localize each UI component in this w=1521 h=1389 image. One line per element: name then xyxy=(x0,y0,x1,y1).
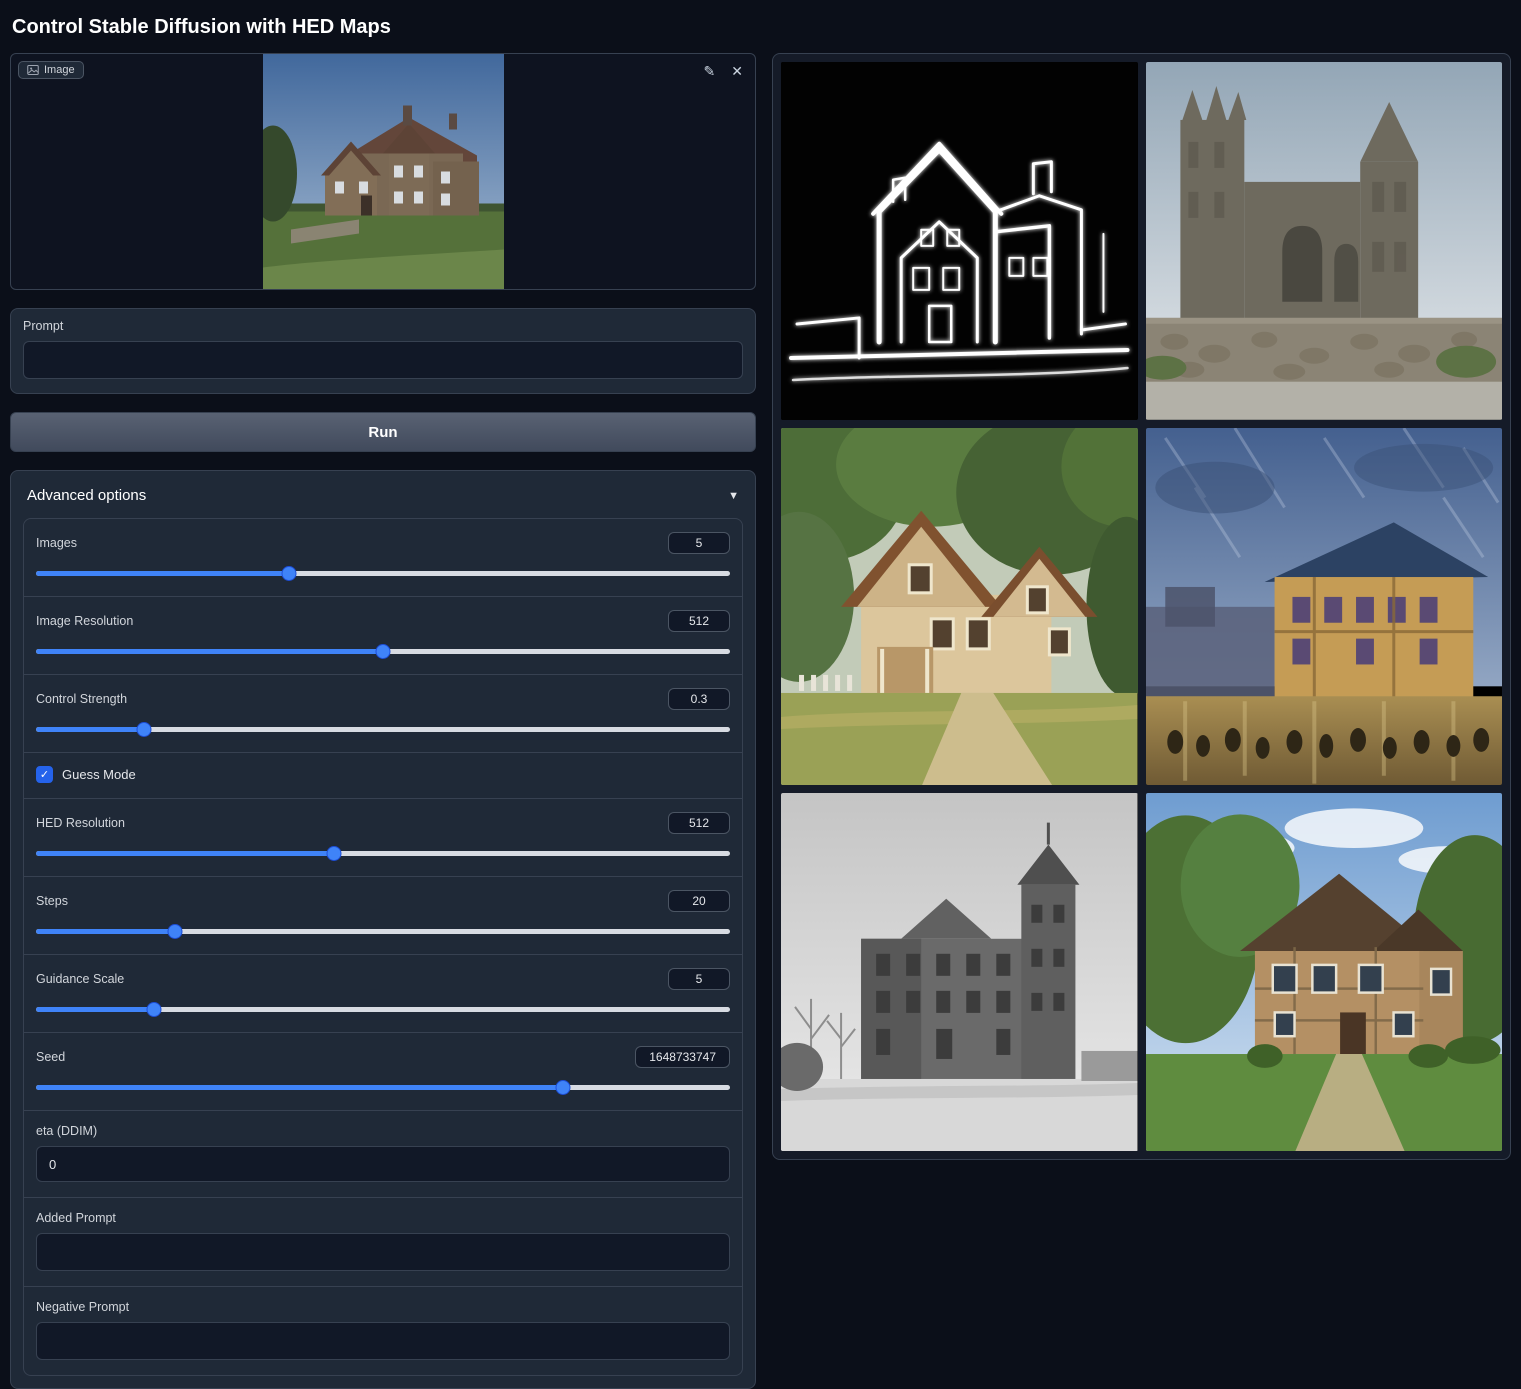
eta-label: eta (DDIM) xyxy=(36,1124,730,1138)
image-label-badge: Image xyxy=(18,61,84,79)
added-prompt-input[interactable] xyxy=(36,1233,730,1271)
eta-input[interactable]: 0 xyxy=(36,1146,730,1182)
output-gallery xyxy=(772,53,1511,1160)
hed-resolution-slider[interactable] xyxy=(36,846,730,861)
gallery-item-grayscale-building[interactable] xyxy=(781,793,1138,1151)
guidance-scale-slider-row: Guidance Scale 5 xyxy=(24,954,742,1032)
control-strength-label: Control Strength xyxy=(36,692,127,706)
hed-resolution-label: HED Resolution xyxy=(36,816,125,830)
gallery-item-rainy-painting[interactable] xyxy=(1146,428,1503,786)
images-slider-handle[interactable] xyxy=(282,566,297,581)
page-title: Control Stable Diffusion with HED Maps xyxy=(0,0,1521,53)
guidance-scale-slider-handle[interactable] xyxy=(146,1002,161,1017)
negative-prompt-label: Negative Prompt xyxy=(36,1300,730,1314)
left-column: Image ✎ ✕ xyxy=(10,53,756,1389)
image-resolution-slider-handle[interactable] xyxy=(376,644,391,659)
gallery-item-hed-map[interactable] xyxy=(781,62,1138,420)
cathedral-image xyxy=(1146,62,1503,420)
gallery-item-cathedral[interactable] xyxy=(1146,62,1503,420)
image-label: Image xyxy=(44,64,75,76)
advanced-options-header[interactable]: Advanced options ▼ xyxy=(23,483,743,518)
painted-house-image xyxy=(781,428,1138,786)
control-strength-slider-row: Control Strength 0.3 xyxy=(24,674,742,752)
control-strength-value-input[interactable]: 0.3 xyxy=(668,688,730,710)
steps-slider-handle[interactable] xyxy=(167,924,182,939)
seed-value-input[interactable]: 1648733747 xyxy=(635,1046,730,1068)
image-actions: ✎ ✕ xyxy=(702,62,745,80)
run-button[interactable]: Run xyxy=(10,412,756,452)
seed-slider-row: Seed 1648733747 xyxy=(24,1032,742,1110)
negative-prompt-input[interactable] xyxy=(36,1322,730,1360)
prompt-input[interactable] xyxy=(23,341,743,379)
image-resolution-slider-row: Image Resolution 512 xyxy=(24,596,742,674)
guidance-scale-value-input[interactable]: 5 xyxy=(668,968,730,990)
guess-mode-label: Guess Mode xyxy=(62,767,136,782)
added-prompt-row: Added Prompt xyxy=(24,1197,742,1286)
negative-prompt-row: Negative Prompt xyxy=(24,1286,742,1375)
images-label: Images xyxy=(36,536,77,550)
advanced-options-accordion: Advanced options ▼ Images 5 xyxy=(10,470,756,1389)
hed-map-image xyxy=(781,62,1138,420)
image-resolution-value-input[interactable]: 512 xyxy=(668,610,730,632)
guidance-scale-label: Guidance Scale xyxy=(36,972,124,986)
added-prompt-label: Added Prompt xyxy=(36,1211,730,1225)
prompt-label: Prompt xyxy=(23,319,743,333)
image-icon xyxy=(27,64,39,76)
grayscale-building-image xyxy=(781,793,1138,1151)
timber-house-image xyxy=(1146,793,1503,1151)
image-resolution-label: Image Resolution xyxy=(36,614,133,628)
input-image-house-photo[interactable] xyxy=(263,54,504,289)
clear-image-button[interactable]: ✕ xyxy=(729,62,745,80)
gallery-item-timber-house[interactable] xyxy=(1146,793,1503,1151)
steps-slider-row: Steps 20 xyxy=(24,876,742,954)
accordion-arrow-icon: ▼ xyxy=(728,490,739,502)
images-slider[interactable] xyxy=(36,566,730,581)
gallery-item-painted-house[interactable] xyxy=(781,428,1138,786)
control-strength-slider[interactable] xyxy=(36,722,730,737)
steps-slider[interactable] xyxy=(36,924,730,939)
images-value-input[interactable]: 5 xyxy=(668,532,730,554)
hed-resolution-slider-handle[interactable] xyxy=(327,846,342,861)
hed-resolution-value-input[interactable]: 512 xyxy=(668,812,730,834)
main-layout: Image ✎ ✕ xyxy=(0,53,1521,1389)
control-strength-slider-handle[interactable] xyxy=(136,722,151,737)
steps-label: Steps xyxy=(36,894,68,908)
seed-label: Seed xyxy=(36,1050,65,1064)
eta-row: eta (DDIM) 0 xyxy=(24,1110,742,1197)
guess-mode-row: ✓ Guess Mode xyxy=(24,752,742,798)
guidance-scale-slider[interactable] xyxy=(36,1002,730,1017)
seed-slider-handle[interactable] xyxy=(556,1080,571,1095)
images-slider-row: Images 5 xyxy=(24,519,742,596)
edit-image-button[interactable]: ✎ xyxy=(702,62,718,80)
hed-resolution-slider-row: HED Resolution 512 xyxy=(24,798,742,876)
steps-value-input[interactable]: 20 xyxy=(668,890,730,912)
advanced-options-label: Advanced options xyxy=(27,487,146,504)
prompt-block: Prompt xyxy=(10,308,756,394)
app-root: Control Stable Diffusion with HED Maps I… xyxy=(0,0,1521,1389)
seed-slider[interactable] xyxy=(36,1080,730,1095)
guess-mode-checkbox[interactable]: ✓ xyxy=(36,766,53,783)
image-resolution-slider[interactable] xyxy=(36,644,730,659)
rainy-painting-image xyxy=(1146,428,1503,786)
image-upload[interactable]: Image ✎ ✕ xyxy=(10,53,756,290)
advanced-options-body: Images 5 Image Resolution 512 xyxy=(23,518,743,1376)
